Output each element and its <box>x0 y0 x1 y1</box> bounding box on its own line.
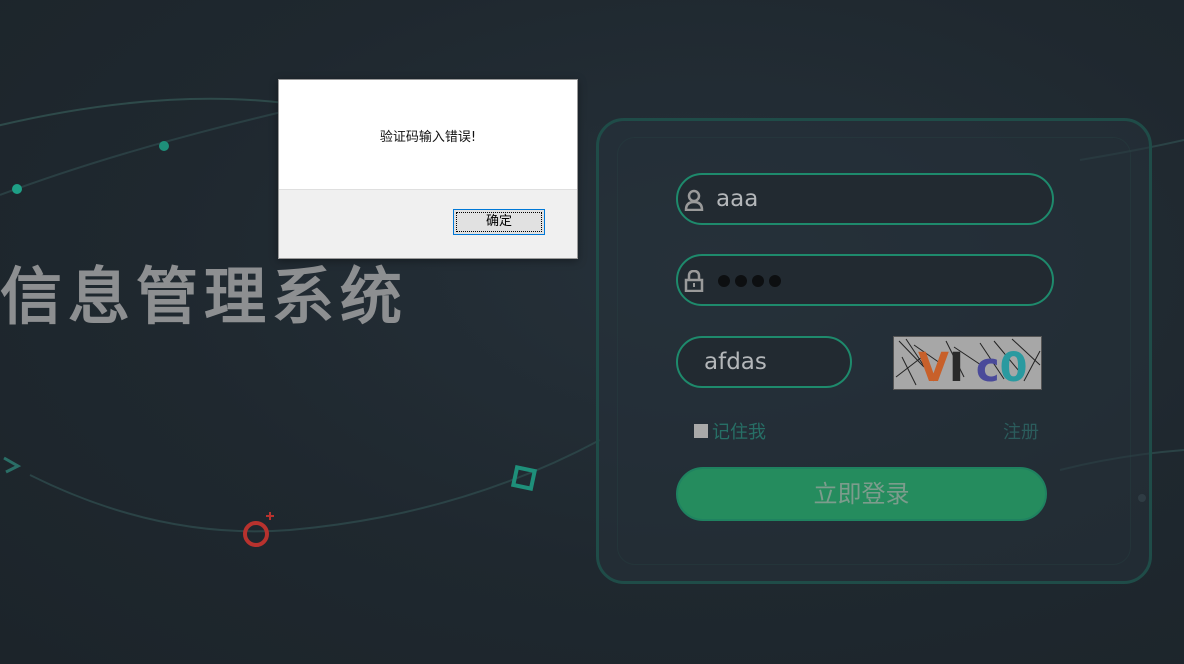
captcha-value: afdas <box>704 349 767 375</box>
captcha-text: VI c0 <box>918 345 1027 390</box>
remember-me-label: 记住我 <box>712 422 766 443</box>
arrow-icon <box>3 456 22 474</box>
square-ring-icon <box>510 464 538 492</box>
dialog-footer: 确定 <box>279 189 577 258</box>
plus-icon <box>266 512 274 520</box>
dialog-message: 验证码输入错误! <box>379 130 477 145</box>
password-dot <box>735 275 747 287</box>
user-icon <box>684 189 704 211</box>
password-dot <box>769 275 781 287</box>
captcha-input[interactable]: afdas <box>676 336 852 388</box>
remember-me-checkbox[interactable]: 记住我 <box>694 418 766 444</box>
alert-dialog: 验证码输入错误! 确定 <box>278 79 578 259</box>
captcha-drawing: VI c0 <box>895 338 1041 390</box>
password-dot <box>718 275 730 287</box>
system-title: 信息管理系统 <box>0 260 409 333</box>
dialog-ok-button[interactable]: 确定 <box>453 209 545 235</box>
username-value: aaa <box>716 186 759 212</box>
username-field[interactable]: aaa <box>676 173 1054 225</box>
password-dot <box>752 275 764 287</box>
login-page: 信息管理系统 aaa afdas VI c0 记住我 注册 立即登录 验证码输入… <box>0 0 1184 664</box>
orbit-dot-icon <box>12 184 22 194</box>
red-ring-icon <box>243 521 269 547</box>
checkbox-box[interactable] <box>694 424 708 438</box>
password-field[interactable] <box>676 254 1054 306</box>
captcha-image[interactable]: VI c0 <box>893 336 1042 390</box>
orbit-dot-icon <box>159 141 169 151</box>
password-mask <box>718 275 781 287</box>
register-link[interactable]: 注册 <box>1003 418 1039 444</box>
login-button[interactable]: 立即登录 <box>676 467 1047 521</box>
lock-icon <box>684 270 704 292</box>
